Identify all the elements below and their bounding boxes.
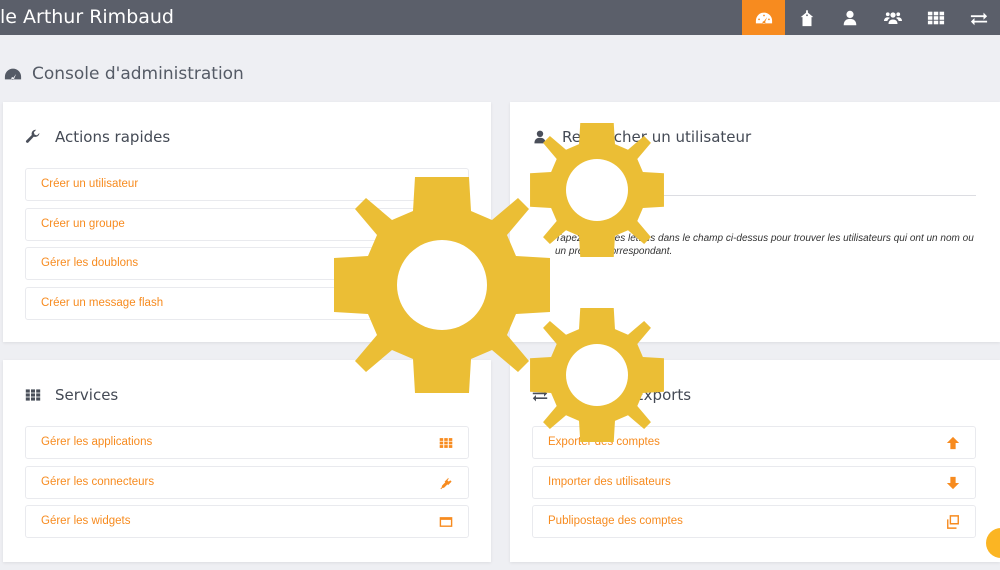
mail-merge-link[interactable]: Publipostage des comptes (532, 505, 976, 538)
quick-actions-header: Actions rapides (25, 128, 170, 146)
quick-actions-card: Actions rapides Créer un utilisateur Cré… (3, 102, 491, 342)
apps-grid-icon (25, 389, 41, 401)
create-user-label: Créer un utilisateur (41, 178, 139, 190)
import-export-title: Imports / Exports (562, 386, 692, 404)
mail-merge-label: Publipostage des comptes (548, 515, 683, 527)
services-card: Services Gérer les applications Gérer le… (3, 360, 491, 562)
quick-actions-title: Actions rapides (55, 128, 171, 146)
page-heading: Console d'administration (4, 64, 244, 84)
copy-icon (945, 514, 961, 530)
manage-apps-link[interactable]: Gérer les applications (25, 426, 469, 459)
dashboard-icon (4, 68, 22, 81)
manage-widgets-label: Gérer les widgets (41, 515, 131, 527)
export-accounts-link[interactable]: Exporter des comptes (532, 426, 976, 459)
search-user-card: Rechercher un utilisateur Tapez quelques… (510, 102, 1000, 342)
import-users-link[interactable]: Importer des utilisateurs (532, 466, 976, 499)
import-export-header: Imports / Exports (532, 386, 691, 404)
search-user-input[interactable] (532, 172, 976, 196)
dashboard-icon (755, 12, 772, 24)
manage-duplicates-link[interactable]: Gérer les doublons (25, 247, 469, 280)
school-icon (800, 9, 813, 26)
users-nav-button[interactable] (871, 0, 914, 35)
user-icon (843, 10, 856, 25)
search-user-header: Rechercher un utilisateur (532, 128, 751, 146)
app-title: le Arthur Rimbaud (0, 6, 174, 28)
user-remove-icon (438, 256, 454, 272)
school-nav-button[interactable] (785, 0, 828, 35)
users-icon (883, 11, 902, 24)
exchange-nav-button[interactable] (957, 0, 1000, 35)
apps-grid-icon (438, 435, 454, 451)
top-bar: le Arthur Rimbaud (0, 0, 1000, 35)
search-user-help: Tapez quelques lettres dans le champ ci-… (555, 233, 974, 257)
user-icon (534, 130, 546, 144)
import-users-label: Importer des utilisateurs (548, 476, 671, 488)
user-nav-button[interactable] (828, 0, 871, 35)
dashboard-nav-button[interactable] (742, 0, 785, 35)
manage-duplicates-label: Gérer les doublons (41, 257, 139, 269)
create-flash-message-label: Créer un message flash (41, 297, 164, 309)
services-header: Services (25, 386, 118, 404)
import-export-card: Imports / Exports Exporter des comptes I… (510, 360, 1000, 562)
arrow-down-icon (945, 475, 961, 491)
arrow-up-icon (945, 435, 961, 451)
manage-widgets-link[interactable]: Gérer les widgets (25, 505, 469, 538)
apps-nav-button[interactable] (914, 0, 957, 35)
plug-icon (438, 475, 454, 491)
exchange-icon (970, 12, 987, 25)
create-flash-message-link[interactable]: Créer un message flash (25, 287, 469, 320)
manage-connectors-link[interactable]: Gérer les connecteurs (25, 466, 469, 499)
wrench-icon (25, 129, 40, 143)
top-nav (742, 0, 1000, 35)
manage-connectors-label: Gérer les connecteurs (41, 476, 155, 488)
page-title: Console d'administration (32, 64, 244, 84)
manage-apps-label: Gérer les applications (41, 436, 153, 448)
create-user-link[interactable]: Créer un utilisateur (25, 168, 469, 201)
exchange-icon (532, 390, 548, 402)
create-group-link[interactable]: Créer un groupe (25, 208, 469, 241)
create-group-label: Créer un groupe (41, 218, 125, 230)
window-icon (438, 514, 454, 530)
megaphone-icon (438, 296, 454, 312)
search-user-title: Rechercher un utilisateur (562, 128, 752, 146)
apps-grid-icon (927, 11, 944, 24)
services-title: Services (55, 386, 119, 404)
export-accounts-label: Exporter des comptes (548, 436, 660, 448)
